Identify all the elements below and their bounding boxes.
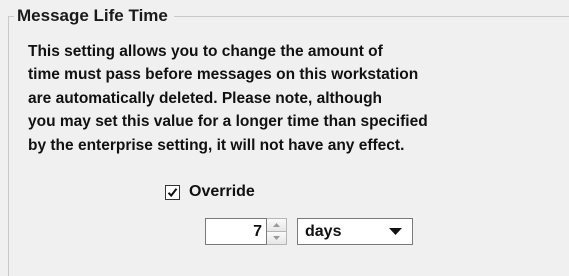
group-title: Message Life Time <box>14 4 174 28</box>
unit-selected-value: days <box>305 222 342 240</box>
override-label: Override <box>189 183 255 200</box>
override-checkbox[interactable] <box>165 184 180 200</box>
description-line: This setting allows you to change the am… <box>28 43 383 60</box>
description-line: are automatically deleted. Please note, … <box>28 89 383 107</box>
chevron-down-icon <box>389 228 402 235</box>
spin-buttons <box>267 218 287 245</box>
lifetime-unit-select[interactable]: days <box>297 218 413 245</box>
lifetime-spinner[interactable]: 7 <box>205 218 287 245</box>
description-line: you may set this value for a longer time… <box>28 113 428 131</box>
spin-down-arrow-icon <box>273 236 280 240</box>
description-line: time must pass before messages on this w… <box>28 66 419 84</box>
override-option[interactable]: Override <box>165 180 255 204</box>
spin-up-arrow-icon <box>273 223 280 227</box>
description-text: This setting allows you to change the am… <box>28 40 548 157</box>
checkmark-icon <box>167 187 178 197</box>
spin-up-button[interactable] <box>267 218 287 232</box>
description-line: by the enterprise setting, it will not h… <box>28 136 405 154</box>
spin-down-button[interactable] <box>267 232 287 245</box>
lifetime-value-field[interactable]: 7 <box>205 218 267 245</box>
